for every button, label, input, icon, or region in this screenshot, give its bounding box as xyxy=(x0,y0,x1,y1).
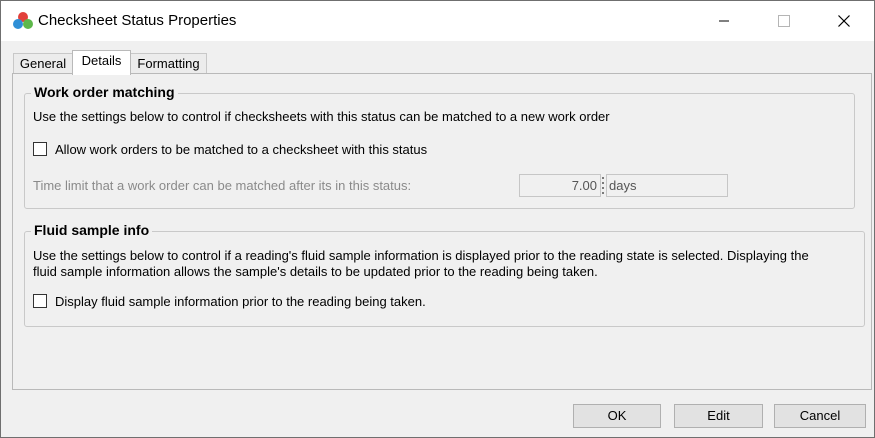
tab-formatting[interactable]: Formatting xyxy=(130,53,207,74)
work-order-matching-group: Work order matching Use the settings bel… xyxy=(24,84,855,209)
maximize-button[interactable] xyxy=(761,1,807,41)
fluid-description-line2: fluid sample information allows the samp… xyxy=(33,264,598,279)
display-fluid-sample-checkbox[interactable] xyxy=(33,294,47,308)
details-tab-panel: Work order matching Use the settings bel… xyxy=(12,73,872,390)
time-limit-label: Time limit that a work order can be matc… xyxy=(33,178,412,193)
allow-work-order-label[interactable]: Allow work orders to be matched to a che… xyxy=(55,142,427,157)
cancel-button[interactable]: Cancel xyxy=(774,404,866,428)
fluid-group-title: Fluid sample info xyxy=(31,222,153,238)
allow-work-order-checkbox[interactable] xyxy=(33,142,47,156)
tab-details[interactable]: Details xyxy=(72,50,131,75)
minimize-icon xyxy=(719,20,729,22)
app-logo-icon xyxy=(13,12,33,29)
display-fluid-sample-label[interactable]: Display fluid sample information prior t… xyxy=(55,294,426,309)
tab-general[interactable]: General xyxy=(13,53,73,74)
time-limit-input[interactable]: 7.00 xyxy=(519,174,601,197)
minimize-button[interactable] xyxy=(701,1,747,41)
fluid-description-line1: Use the settings below to control if a r… xyxy=(33,248,809,263)
spinner-icon[interactable] xyxy=(601,174,605,197)
ok-button[interactable]: OK xyxy=(573,404,661,428)
fluid-sample-info-group: Fluid sample info Use the settings below… xyxy=(24,222,865,327)
properties-dialog: Checksheet Status Properties General Det… xyxy=(0,0,875,438)
work-order-group-title: Work order matching xyxy=(31,84,178,100)
close-icon xyxy=(838,15,850,27)
maximize-icon xyxy=(778,15,790,27)
close-button[interactable] xyxy=(821,1,867,41)
work-order-description: Use the settings below to control if che… xyxy=(33,109,610,124)
edit-button[interactable]: Edit xyxy=(674,404,763,428)
title-bar[interactable]: Checksheet Status Properties xyxy=(1,1,874,41)
window-title: Checksheet Status Properties xyxy=(38,12,237,29)
time-limit-unit-field[interactable]: days xyxy=(606,174,728,197)
